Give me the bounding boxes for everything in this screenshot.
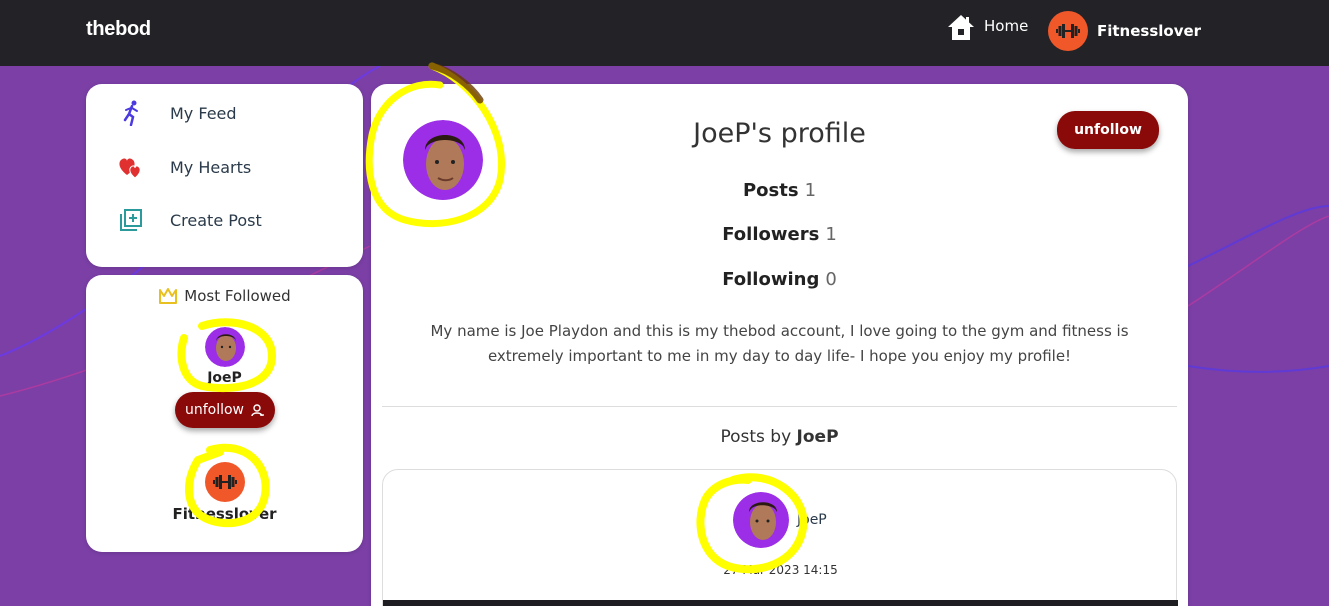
post-card[interactable]: JoeP 27 Mar 2023 14:15 bbox=[382, 469, 1178, 606]
profile-bio: My name is Joe Playdon and this is my th… bbox=[430, 322, 1129, 365]
top-navbar: thebod Home Fitnesslover bbox=[0, 0, 1329, 66]
nav-profile-link[interactable]: Fitnesslover bbox=[1048, 11, 1201, 51]
sidebar-item-my-feed[interactable]: My Feed bbox=[116, 100, 237, 126]
stat-value: 1 bbox=[804, 180, 817, 201]
nav-home-link[interactable]: Home bbox=[946, 13, 1028, 41]
most-followed-panel: Most Followed JoeP unfollow Fitnesslover bbox=[86, 275, 363, 552]
stat-label: Followers bbox=[722, 224, 820, 245]
most-followed-user: Fitnesslover bbox=[86, 462, 363, 523]
stat-label: Following bbox=[722, 269, 820, 290]
stat-posts: Posts 1 bbox=[371, 180, 1188, 201]
profile-panel: JoeP's profile unfollow Posts 1 Followers… bbox=[371, 84, 1188, 606]
avatar bbox=[733, 492, 789, 548]
nav-home-label: Home bbox=[984, 17, 1029, 35]
most-followed-title: Most Followed bbox=[184, 287, 291, 305]
most-followed-username[interactable]: Fitnesslover bbox=[172, 505, 276, 523]
post-date: 27 Mar 2023 14:15 bbox=[723, 563, 838, 577]
dumbbell-icon bbox=[212, 475, 237, 489]
brand-logo[interactable]: thebod bbox=[86, 18, 151, 41]
sidebar-menu: My Feed My Hearts Create Post bbox=[86, 84, 363, 267]
sidebar-item-label: Create Post bbox=[170, 210, 262, 230]
stat-value: 1 bbox=[825, 224, 837, 245]
most-followed-heading: Most Followed bbox=[86, 287, 363, 305]
most-followed-username[interactable]: JoeP bbox=[207, 370, 242, 386]
face-avatar-icon bbox=[733, 492, 789, 548]
unfollow-button[interactable]: unfollow bbox=[174, 392, 275, 428]
divider bbox=[382, 406, 1177, 407]
post-author-name: JoeP bbox=[797, 512, 827, 528]
nav-username: Fitnesslover bbox=[1097, 22, 1202, 40]
running-person-icon bbox=[123, 100, 138, 126]
user-minus-icon bbox=[251, 404, 265, 417]
user-avatar bbox=[1048, 11, 1088, 51]
posts-by-name: JoeP bbox=[796, 427, 839, 447]
sidebar-item-label: My Hearts bbox=[170, 157, 252, 177]
house-icon bbox=[948, 15, 974, 40]
stat-value: 0 bbox=[825, 269, 837, 290]
stat-label: Posts bbox=[742, 180, 799, 201]
post-author-link[interactable]: JoeP bbox=[733, 492, 827, 548]
avatar[interactable] bbox=[204, 462, 245, 502]
dumbbell-icon bbox=[1056, 24, 1080, 38]
stat-following[interactable]: Following 0 bbox=[371, 269, 1188, 290]
sidebar-item-label: My Feed bbox=[170, 103, 237, 123]
avatar[interactable] bbox=[204, 327, 245, 367]
posts-by-heading: Posts by JoeP bbox=[371, 427, 1188, 447]
sidebar-item-my-hearts[interactable]: My Hearts bbox=[116, 154, 251, 180]
post-image[interactable] bbox=[383, 600, 1178, 606]
stat-followers[interactable]: Followers 1 bbox=[371, 224, 1188, 245]
most-followed-user: JoeP unfollow bbox=[86, 327, 363, 428]
unfollow-label: unfollow bbox=[184, 402, 245, 418]
hearts-icon bbox=[119, 158, 141, 179]
crown-icon bbox=[159, 288, 178, 304]
posts-by-prefix: Posts by bbox=[720, 427, 792, 447]
add-post-icon bbox=[120, 209, 142, 231]
face-avatar-icon bbox=[204, 327, 245, 367]
sidebar-item-create-post[interactable]: Create Post bbox=[116, 207, 262, 233]
profile-unfollow-button[interactable]: unfollow bbox=[1057, 111, 1159, 149]
